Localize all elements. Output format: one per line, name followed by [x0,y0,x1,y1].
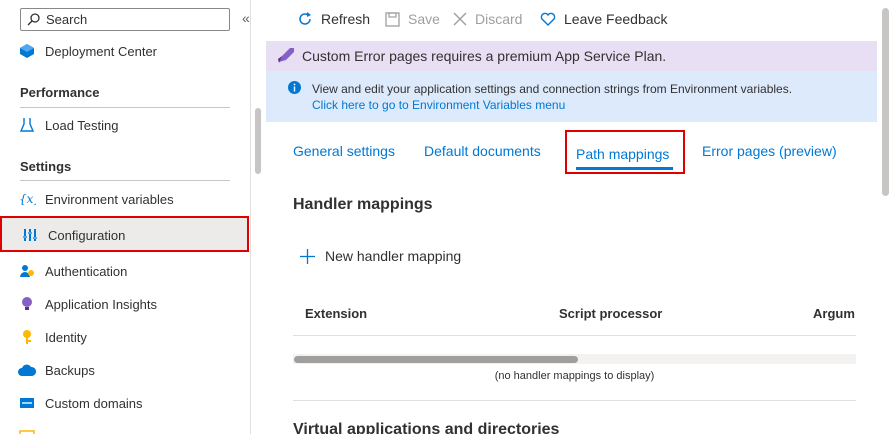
virtual-applications-title: Virtual applications and directories [293,421,560,434]
empty-table-message: (no handler mappings to display) [494,370,655,382]
save-icon [385,11,400,27]
save-label: Save [408,11,440,27]
column-header-arguments[interactable]: Argum [813,306,855,321]
application-insights-icon [18,295,36,313]
leave-feedback-button[interactable]: Leave Feedback [540,11,668,27]
heart-icon [540,12,556,26]
divider [20,180,230,181]
column-header-script-processor[interactable]: Script processor [559,306,662,321]
sidebar-item-label: Deployment Center [45,43,157,59]
sidebar-item-label: Environment variables [45,191,174,207]
rocket-icon [278,48,294,63]
new-handler-mapping-button[interactable]: New handler mapping [300,248,461,264]
svg-text:{x}: {x} [19,192,36,206]
tab-default-documents[interactable]: Default documents [424,143,541,159]
table-bottom-divider [293,400,856,401]
sidebar-scrollbar[interactable] [255,108,261,174]
discard-button[interactable]: Discard [453,11,522,27]
sidebar-item-environment-variables[interactable]: {x} Environment variables [18,187,174,211]
configuration-icon [21,226,39,244]
table-header-divider [293,335,856,336]
sidebar-item-label: Authentication [45,263,128,279]
custom-domains-icon [18,394,36,412]
leave-feedback-label: Leave Feedback [564,11,668,27]
info-banner: View and edit your application settings … [266,71,877,122]
column-header-extension[interactable]: Extension [305,306,367,321]
sidebar-item-label: Load Testing [45,117,119,133]
handler-mappings-title: Handler mappings [293,196,433,213]
sidebar-item-partial[interactable] [18,424,45,434]
table-scroll-thumb[interactable] [294,356,578,363]
active-tab-indicator [576,167,673,170]
save-button[interactable]: Save [385,11,440,27]
add-icon [300,248,315,264]
authentication-icon [18,262,36,280]
app-root: Search « Deployment Center Performance L… [0,0,892,434]
tab-error-pages[interactable]: Error pages (preview) [702,143,837,159]
search-icon [27,13,40,26]
sidebar-item-label: Backups [45,362,95,378]
sidebar-item-identity[interactable]: Identity [18,325,87,349]
close-icon [453,12,467,26]
environment-variables-link[interactable]: Click here to go to Environment Variable… [312,98,565,112]
backups-icon [18,361,36,379]
info-icon [288,81,301,94]
sidebar-item-label: Application Insights [45,296,158,312]
sidebar-item-configuration[interactable]: Configuration [21,223,125,247]
sidebar-item-backups[interactable]: Backups [18,358,95,382]
collapse-sidebar-button[interactable]: « [242,10,250,26]
new-handler-mapping-label: New handler mapping [325,248,462,264]
certificates-icon [18,427,36,434]
sidebar-item-application-insights[interactable]: Application Insights [18,292,157,316]
refresh-icon [299,12,311,25]
main-scroll-thumb[interactable] [882,8,889,196]
sidebar-item-authentication[interactable]: Authentication [18,259,127,283]
tab-path-mappings[interactable]: Path mappings [576,146,669,162]
sidebar-item-load-testing[interactable]: Load Testing [18,113,119,137]
section-performance: Performance [20,85,100,100]
refresh-label: Refresh [321,11,371,27]
sidebar-item-custom-domains[interactable]: Custom domains [18,391,143,415]
premium-text: Custom Error pages requires a premium Ap… [302,48,667,64]
sidebar-item-deployment-center[interactable]: Deployment Center [18,39,157,63]
section-settings: Settings [20,159,72,174]
deployment-center-icon [18,42,36,60]
discard-label: Discard [475,11,523,27]
tab-general-settings[interactable]: General settings [293,143,395,159]
refresh-button[interactable]: Refresh [297,11,370,27]
load-testing-icon [18,116,36,134]
identity-icon [18,328,36,346]
premium-banner: Custom Error pages requires a premium Ap… [266,41,877,71]
search-input[interactable]: Search [20,8,230,31]
sidebar-item-label: Configuration [48,227,126,243]
sidebar: Search « Deployment Center Performance L… [0,0,251,434]
sidebar-item-label: Identity [45,329,87,345]
sidebar-item-label: Custom domains [45,395,143,411]
info-text: View and edit your application settings … [312,82,793,96]
divider [20,107,230,108]
environment-variables-icon: {x} [18,190,36,208]
search-placeholder: Search [46,12,88,27]
